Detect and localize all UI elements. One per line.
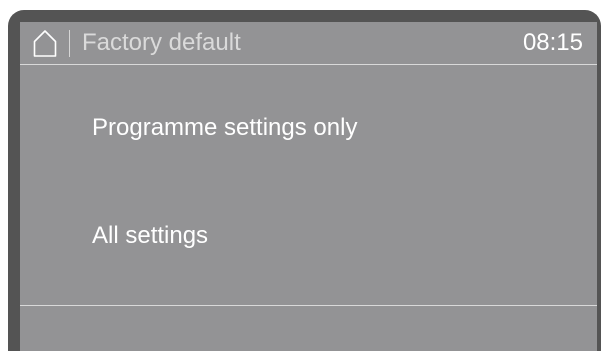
footer-area bbox=[20, 306, 597, 351]
clock-display: 08:15 bbox=[522, 29, 583, 56]
option-all-settings[interactable]: All settings bbox=[20, 186, 597, 286]
header-divider bbox=[20, 64, 597, 65]
page-title: Factory default bbox=[82, 29, 241, 56]
option-programme-settings-only[interactable]: Programme settings only bbox=[20, 78, 597, 178]
option-label: All settings bbox=[92, 222, 209, 249]
home-icon[interactable] bbox=[32, 28, 58, 58]
header-separator bbox=[69, 30, 70, 57]
option-label: Programme settings only bbox=[92, 114, 358, 141]
display-screen: Factory default 08:15 Programme settings… bbox=[20, 22, 597, 351]
header-bar: Factory default 08:15 bbox=[20, 22, 597, 64]
